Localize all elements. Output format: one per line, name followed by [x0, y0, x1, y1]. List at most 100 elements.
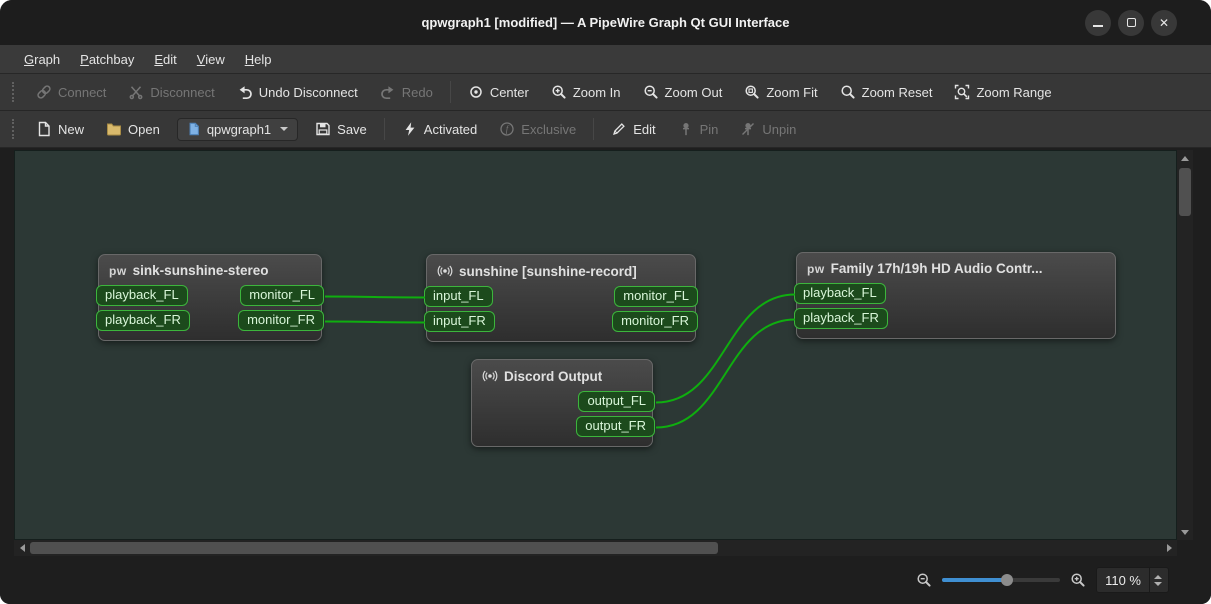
node-port[interactable]: playback_FL	[96, 285, 188, 306]
node-port[interactable]: output_FL	[578, 391, 655, 412]
undo-disconnect-label: Undo Disconnect	[258, 84, 358, 100]
scroll-up-button[interactable]	[1177, 150, 1193, 166]
node-port[interactable]: playback_FR	[794, 308, 888, 329]
zoom-in-icon	[552, 85, 566, 99]
node-sunshine[interactable]: sunshine [sunshine-record] input_FL inpu…	[424, 254, 698, 342]
open-folder-icon	[107, 123, 122, 136]
exclusive-label: Exclusive	[521, 121, 577, 137]
zoom-out-icon	[643, 85, 658, 99]
undo-disconnect-button[interactable]: Undo Disconnect	[227, 80, 368, 104]
zoom-slider[interactable]	[942, 572, 1061, 588]
disconnect-button[interactable]: Disconnect	[118, 80, 224, 104]
toolbar-separator	[593, 118, 595, 140]
connect-label: Connect	[58, 84, 107, 100]
node-port[interactable]: monitor_FL	[614, 286, 698, 307]
minimize-button[interactable]	[1085, 9, 1111, 36]
menu-view[interactable]: View	[187, 45, 235, 73]
window-controls: ✕	[1085, 0, 1177, 45]
edit-button[interactable]: Edit	[601, 117, 665, 141]
toolbar-drag-handle[interactable]	[12, 82, 14, 102]
redo-label: Redo	[401, 84, 433, 100]
connection-wires	[324, 293, 796, 429]
zoom-in-button[interactable]: Zoom In	[541, 80, 631, 104]
zoom-fit-button[interactable]: Zoom Fit	[734, 80, 827, 104]
node-port[interactable]: output_FR	[576, 416, 655, 437]
node-port[interactable]: monitor_FR	[238, 310, 324, 331]
zoom-slider-handle[interactable]	[1000, 574, 1013, 586]
scroll-down-button[interactable]	[1177, 524, 1193, 540]
maximize-button[interactable]	[1118, 9, 1144, 36]
toolbar-separator	[449, 81, 451, 103]
node-title: Discord Output	[504, 368, 603, 384]
node-port[interactable]: monitor_FR	[612, 311, 698, 332]
canvas-frame: pw sink-sunshine-stereo playback_FL play…	[0, 148, 1211, 556]
horizontal-scrollbar-thumb[interactable]	[30, 542, 718, 554]
disconnect-icon	[129, 86, 143, 100]
zoom-out-button[interactable]: Zoom Out	[633, 80, 733, 104]
pipewire-icon: pw	[807, 261, 825, 276]
node-port[interactable]: input_FR	[424, 311, 495, 332]
redo-button[interactable]: Redo	[370, 80, 443, 104]
zoom-out-label: Zoom Out	[664, 84, 723, 100]
statusbar: 110 %	[0, 556, 1211, 604]
node-header: pw sink-sunshine-stereo	[99, 255, 321, 282]
patchbay-select-value: qpwgraph1	[206, 121, 272, 137]
window-title: qpwgraph1 [modified] — A PipeWire Graph …	[421, 15, 790, 30]
edit-pencil-icon	[613, 123, 626, 135]
menu-edit[interactable]: Edit	[144, 45, 186, 73]
vertical-scrollbar-thumb[interactable]	[1179, 168, 1191, 216]
zoom-in-label: Zoom In	[572, 84, 621, 100]
menu-patchbay[interactable]: Patchbay	[70, 45, 144, 73]
scroll-right-button[interactable]	[1161, 540, 1177, 556]
unpin-button[interactable]: Unpin	[730, 117, 806, 141]
svg-text:f: f	[506, 124, 510, 134]
graph-canvas[interactable]: pw sink-sunshine-stereo playback_FL play…	[14, 150, 1177, 540]
activated-button[interactable]: Activated	[392, 117, 487, 141]
toolbar-separator	[383, 118, 385, 140]
spin-down-button[interactable]	[1154, 581, 1162, 586]
scrollbar-corner	[1177, 540, 1193, 556]
pipewire-icon: pw	[109, 263, 127, 278]
center-button[interactable]: Center	[458, 80, 539, 104]
speaker-icon	[482, 370, 498, 382]
node-title: Family 17h/19h HD Audio Contr...	[830, 261, 1043, 276]
vertical-scrollbar[interactable]	[1177, 150, 1193, 540]
menu-help[interactable]: Help	[235, 45, 282, 73]
exclusive-button[interactable]: f Exclusive	[489, 117, 586, 141]
spin-up-button[interactable]	[1154, 574, 1162, 579]
node-sink-sunshine-stereo[interactable]: pw sink-sunshine-stereo playback_FL play…	[96, 254, 324, 341]
zoom-range-button[interactable]: Zoom Range	[944, 80, 1061, 104]
close-button[interactable]: ✕	[1151, 9, 1177, 36]
unpin-label: Unpin	[762, 121, 797, 137]
node-port[interactable]: input_FL	[424, 286, 493, 307]
zoom-reset-button[interactable]: Zoom Reset	[830, 80, 943, 104]
zoom-range-label: Zoom Range	[976, 84, 1052, 100]
save-button[interactable]: Save	[305, 117, 377, 141]
new-button[interactable]: New	[26, 117, 94, 141]
menu-graph[interactable]: Graph	[14, 45, 70, 73]
open-button[interactable]: Open	[96, 117, 170, 141]
pin-button[interactable]: Pin	[668, 117, 729, 141]
new-file-icon	[38, 121, 50, 137]
node-header: Discord Output	[472, 360, 652, 388]
node-port[interactable]: playback_FL	[794, 283, 886, 304]
center-label: Center	[489, 84, 529, 100]
scroll-left-button[interactable]	[14, 540, 30, 556]
horizontal-scrollbar[interactable]	[14, 540, 1177, 556]
activated-icon	[405, 122, 415, 136]
connect-button[interactable]: Connect	[26, 80, 116, 104]
exclusive-icon: f	[500, 122, 514, 136]
node-port[interactable]: monitor_FL	[240, 285, 324, 306]
close-icon: ✕	[1158, 15, 1170, 30]
edit-label: Edit	[633, 121, 656, 137]
zoom-value[interactable]: 110 %	[1097, 573, 1149, 588]
menu-edit-label: Edit	[154, 51, 177, 67]
arrow-up-icon	[1181, 155, 1189, 161]
patchbay-select-dropdown[interactable]: qpwgraph1	[176, 117, 299, 141]
node-discord-output[interactable]: Discord Output output_FL output_FR	[471, 359, 655, 447]
zoom-spinbox[interactable]: 110 %	[1096, 567, 1169, 593]
node-port[interactable]: playback_FR	[96, 310, 190, 331]
node-family-hd-audio[interactable]: pw Family 17h/19h HD Audio Contr... play…	[794, 252, 1116, 339]
toolbar-drag-handle[interactable]	[12, 119, 14, 139]
activated-label: Activated	[423, 121, 478, 137]
